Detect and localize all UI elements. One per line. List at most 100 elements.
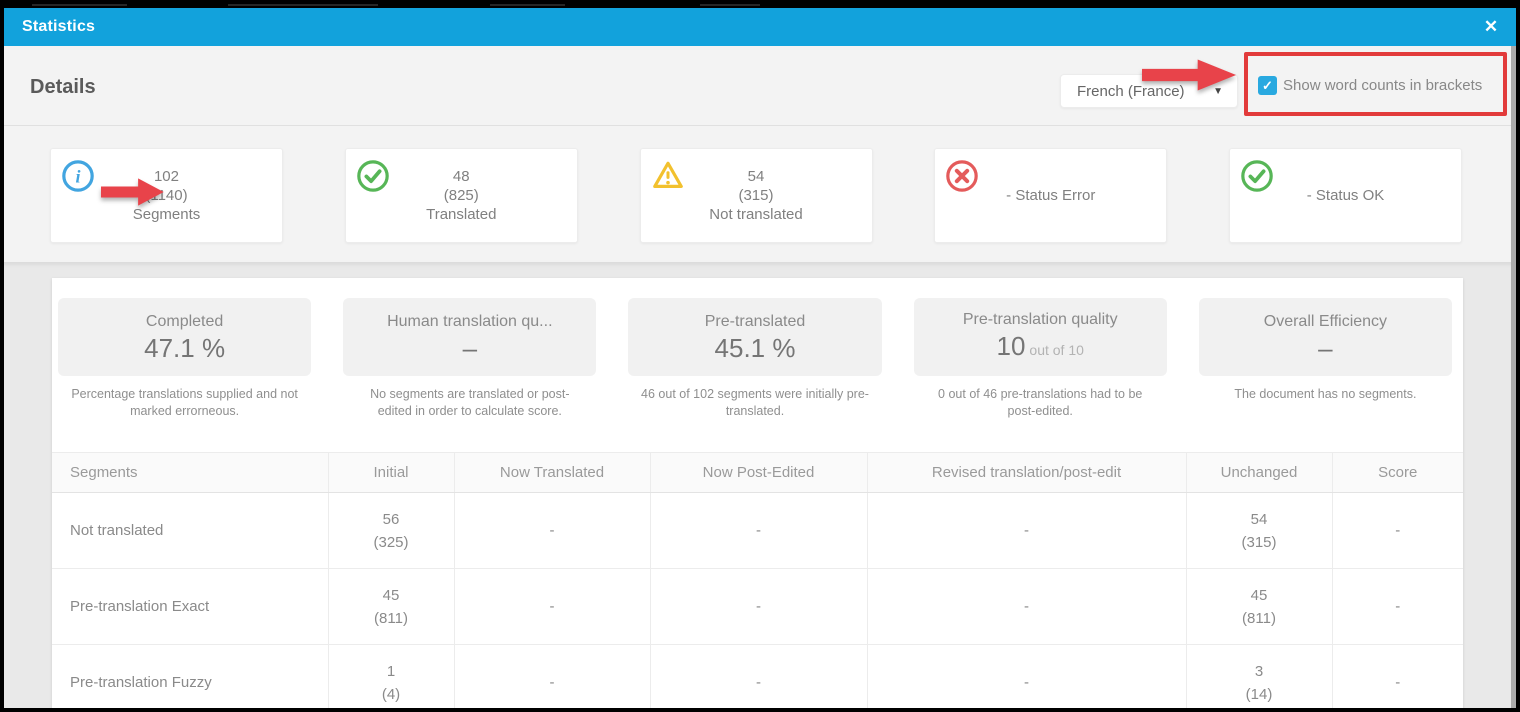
not-translated-count: 54: [709, 167, 802, 186]
metric-description: 0 out of 46 pre-translations had to be p…: [914, 386, 1167, 420]
cell-now-translated: -: [454, 645, 650, 712]
metric-value: 10out of 10: [997, 333, 1084, 363]
status-card-text: - Status OK: [1307, 186, 1385, 205]
details-header: Details French (France) ▼ ✓ Show word co…: [0, 46, 1520, 126]
obscured-background-content: [700, 1, 760, 6]
col-header-revised: Revised translation/post-edit: [867, 453, 1186, 493]
metric-title: Human translation qu...: [387, 313, 552, 331]
metric-value-number: –: [463, 333, 477, 363]
warning-icon: [651, 159, 685, 193]
metric-title: Completed: [146, 313, 223, 331]
metric-value-number: 45.1 %: [715, 333, 796, 363]
status-card-text: 54 (315) Not translated: [709, 167, 802, 224]
metric-title: Overall Efficiency: [1264, 313, 1387, 331]
col-header-unchanged: Unchanged: [1186, 453, 1332, 493]
language-dropdown[interactable]: French (France) ▼: [1060, 74, 1238, 108]
metric-description: Percentage translations supplied and not…: [58, 386, 311, 420]
obscured-background-content: [490, 1, 565, 6]
cell-now-translated: -: [454, 569, 650, 645]
check-icon: [1240, 159, 1274, 193]
metric-human-translation-quality: Human translation qu... –: [343, 298, 596, 376]
cell-initial: 45(811): [328, 569, 454, 645]
metric-descriptions-row: Percentage translations supplied and not…: [52, 386, 1463, 420]
cell-initial: 56(325): [328, 493, 454, 569]
metric-description: The document has no segments.: [1199, 386, 1452, 420]
cell-now-post-edited: -: [650, 569, 867, 645]
status-card-ok: - Status OK: [1229, 148, 1462, 243]
table-header-row: Segments Initial Now Translated Now Post…: [52, 453, 1463, 493]
cell-revised: -: [867, 569, 1186, 645]
metric-pre-translation-quality: Pre-translation quality 10out of 10: [914, 298, 1167, 376]
status-card-not-translated: 54 (315) Not translated: [640, 148, 873, 243]
status-error-label: - Status Error: [1006, 186, 1095, 205]
vertical-scrollbar[interactable]: [1511, 46, 1516, 708]
cell-now-post-edited: -: [650, 645, 867, 712]
metric-pre-translated: Pre-translated 45.1 %: [628, 298, 881, 376]
status-card-text: 102 (1140) Segments: [133, 167, 201, 224]
segment-count: 102: [133, 167, 201, 186]
metric-value: –: [463, 335, 477, 361]
page-title: Details: [30, 76, 96, 99]
metric-value-number: 10: [997, 331, 1026, 361]
cell-now-post-edited: -: [650, 493, 867, 569]
cell-unchanged: 3(14): [1186, 645, 1332, 712]
cell-revised: -: [867, 493, 1186, 569]
status-card-text: 48 (825) Translated: [426, 167, 496, 224]
cell-now-translated: -: [454, 493, 650, 569]
status-card-error: - Status Error: [934, 148, 1167, 243]
not-translated-word-count: (315): [709, 186, 802, 205]
metric-description: No segments are translated or post-edite…: [343, 386, 596, 420]
language-dropdown-value: French (France): [1077, 83, 1213, 100]
segment-word-count: (1140): [133, 186, 201, 205]
status-card-translated: 48 (825) Translated: [345, 148, 578, 243]
metric-value: 45.1 %: [715, 335, 796, 361]
table-row: Pre-translation Fuzzy 1(4) - - - 3(14) -: [52, 645, 1463, 712]
window-top-edge: [0, 0, 1520, 8]
status-ok-label: - Status OK: [1307, 186, 1385, 205]
row-label: Pre-translation Exact: [52, 569, 328, 645]
cell-score: -: [1332, 493, 1463, 569]
col-header-now-post-edited: Now Post-Edited: [650, 453, 867, 493]
col-header-score: Score: [1332, 453, 1463, 493]
obscured-background-content: [32, 1, 127, 6]
cell-revised: -: [867, 645, 1186, 712]
statistics-dialog: Statistics ✕ Details French (France) ▼ ✓…: [0, 0, 1520, 712]
status-summary-section: i 102 (1140) Segments 48 (825): [0, 126, 1520, 263]
status-cards-row: i 102 (1140) Segments 48 (825): [50, 148, 1462, 243]
dialog-titlebar: Statistics ✕: [0, 8, 1520, 46]
cell-unchanged: 45(811): [1186, 569, 1332, 645]
metrics-row: Completed 47.1 % Human translation qu...…: [52, 278, 1463, 376]
not-translated-label: Not translated: [709, 205, 802, 224]
table-row: Pre-translation Exact 45(811) - - - 45(8…: [52, 569, 1463, 645]
word-count-checkbox[interactable]: ✓: [1258, 76, 1277, 95]
svg-text:i: i: [76, 167, 81, 187]
status-card-text: - Status Error: [1006, 186, 1095, 205]
segment-label: Segments: [133, 205, 201, 224]
translated-label: Translated: [426, 205, 496, 224]
chevron-down-icon: ▼: [1213, 86, 1223, 97]
word-count-checkbox-label[interactable]: Show word counts in brackets: [1283, 77, 1482, 94]
table-row: Not translated 56(325) - - - 54(315) -: [52, 493, 1463, 569]
metric-title: Pre-translated: [705, 313, 806, 331]
word-count-checkbox-group: ✓ Show word counts in brackets: [1258, 76, 1482, 95]
cell-unchanged: 54(315): [1186, 493, 1332, 569]
cell-initial: 1(4): [328, 645, 454, 712]
metric-description: 46 out of 102 segments were initially pr…: [628, 386, 881, 420]
row-label: Not translated: [52, 493, 328, 569]
dialog-title: Statistics: [22, 18, 95, 36]
translated-count: 48: [426, 167, 496, 186]
segments-table: Segments Initial Now Translated Now Post…: [52, 452, 1463, 712]
close-icon[interactable]: ✕: [1476, 8, 1506, 46]
error-icon: [945, 159, 979, 193]
cell-score: -: [1332, 645, 1463, 712]
metric-completed: Completed 47.1 %: [58, 298, 311, 376]
metric-value: 47.1 %: [144, 335, 225, 361]
metric-value-suffix: out of 10: [1029, 342, 1084, 358]
check-icon: [356, 159, 390, 193]
metric-value: –: [1318, 335, 1332, 361]
metric-title: Pre-translation quality: [963, 311, 1118, 329]
metric-overall-efficiency: Overall Efficiency –: [1199, 298, 1452, 376]
col-header-segments: Segments: [52, 453, 328, 493]
cell-score: -: [1332, 569, 1463, 645]
metric-value-number: 47.1 %: [144, 333, 225, 363]
